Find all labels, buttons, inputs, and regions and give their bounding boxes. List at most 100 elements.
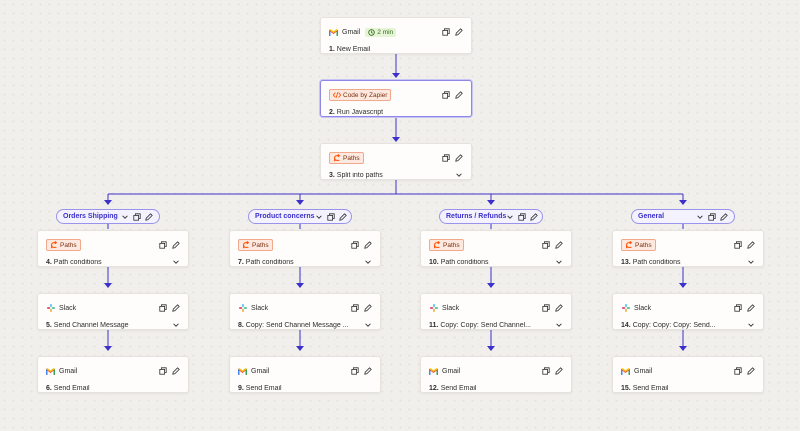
step-card-12[interactable]: Gmail 12. Send Email <box>420 356 572 393</box>
edit-icon[interactable] <box>172 241 180 249</box>
path-name: Product concerns <box>255 213 315 220</box>
copy-icon[interactable] <box>159 304 167 312</box>
copy-icon[interactable] <box>542 241 550 249</box>
edit-icon[interactable] <box>747 367 755 375</box>
copy-icon[interactable] <box>351 304 359 312</box>
chevron-down-icon[interactable] <box>364 258 372 266</box>
step-title: 5. Send Channel Message <box>46 322 168 329</box>
copy-icon[interactable] <box>734 367 742 375</box>
step-name: Run Javascript <box>336 108 384 116</box>
copy-icon[interactable] <box>442 91 450 99</box>
edit-icon[interactable] <box>720 213 728 221</box>
copy-icon[interactable] <box>708 213 716 221</box>
copy-icon[interactable] <box>542 304 550 312</box>
chevron-down-icon[interactable] <box>455 171 463 179</box>
app-name: Gmail <box>634 367 653 375</box>
step-card-15[interactable]: Gmail 15. Send Email <box>612 356 764 393</box>
copy-icon[interactable] <box>133 213 141 221</box>
app-label: Gmail <box>238 367 269 376</box>
edit-icon[interactable] <box>747 241 755 249</box>
chevron-down-icon[interactable] <box>747 258 755 266</box>
path-branch-2[interactable]: Product concerns <box>248 209 352 224</box>
edit-icon[interactable] <box>364 367 372 375</box>
gmail-icon <box>329 28 338 37</box>
step-title: 11. Copy: Copy: Send Channel... <box>429 322 551 329</box>
step-card-1[interactable]: Gmail 2 min 1. New Email <box>320 17 472 54</box>
edit-icon[interactable] <box>145 213 153 221</box>
edit-icon[interactable] <box>530 213 538 221</box>
edit-icon[interactable] <box>364 304 372 312</box>
step-card-7[interactable]: Paths 7. Path conditions <box>229 230 381 267</box>
edit-icon[interactable] <box>555 304 563 312</box>
chevron-down-icon[interactable] <box>364 321 372 329</box>
step-number: 1. <box>329 45 335 53</box>
edit-icon[interactable] <box>455 28 463 36</box>
step-card-13[interactable]: Paths 13. Path conditions <box>612 230 764 267</box>
edit-icon[interactable] <box>172 367 180 375</box>
step-number: 15. <box>621 384 631 392</box>
edit-icon[interactable] <box>364 241 372 249</box>
step-name: Path conditions <box>632 258 681 266</box>
step-title: 13. Path conditions <box>621 259 743 266</box>
app-label: Gmail <box>429 367 460 376</box>
step-name: Copy: Copy: Copy: Send... <box>632 321 716 329</box>
step-title: 2. Run Javascript <box>329 109 463 116</box>
chevron-down-icon[interactable] <box>506 213 514 221</box>
chevron-down-icon[interactable] <box>747 321 755 329</box>
path-branch-4[interactable]: General <box>631 209 735 224</box>
edit-icon[interactable] <box>455 91 463 99</box>
copy-icon[interactable] <box>159 367 167 375</box>
copy-icon[interactable] <box>542 367 550 375</box>
step-name: New Email <box>336 45 371 53</box>
step-card-5[interactable]: Slack 5. Send Channel Message <box>37 293 189 330</box>
step-title: 3. Split into paths <box>329 172 451 179</box>
step-name: Path conditions <box>440 258 489 266</box>
copy-icon[interactable] <box>351 241 359 249</box>
path-branch-1[interactable]: Orders Shipping <box>56 209 160 224</box>
chevron-down-icon[interactable] <box>121 213 129 221</box>
copy-icon[interactable] <box>442 154 450 162</box>
step-card-14[interactable]: Slack 14. Copy: Copy: Copy: Send... <box>612 293 764 330</box>
chevron-down-icon[interactable] <box>696 213 704 221</box>
step-card-11[interactable]: Slack 11. Copy: Copy: Send Channel... <box>420 293 572 330</box>
paths-icon <box>433 241 441 249</box>
path-branch-3[interactable]: Returns / Refunds <box>439 209 543 224</box>
edit-icon[interactable] <box>555 367 563 375</box>
edit-icon[interactable] <box>455 154 463 162</box>
chevron-down-icon[interactable] <box>555 321 563 329</box>
step-number: 7. <box>238 258 244 266</box>
edit-icon[interactable] <box>555 241 563 249</box>
app-chip: Paths <box>429 239 464 251</box>
copy-icon[interactable] <box>734 241 742 249</box>
edit-icon[interactable] <box>339 213 347 221</box>
step-card-2[interactable]: Code by Zapier 2. Run Javascript <box>320 80 472 117</box>
app-name: Paths <box>343 154 360 162</box>
slack-icon <box>621 304 630 313</box>
step-card-9[interactable]: Gmail 9. Send Email <box>229 356 381 393</box>
app-name: Slack <box>634 304 652 312</box>
chevron-down-icon[interactable] <box>172 258 180 266</box>
edit-icon[interactable] <box>172 304 180 312</box>
copy-icon[interactable] <box>327 213 335 221</box>
app-label: Slack <box>46 304 76 313</box>
step-card-4[interactable]: Paths 4. Path conditions <box>37 230 189 267</box>
app-name: Gmail <box>342 28 361 36</box>
paths-icon <box>333 154 341 162</box>
step-card-10[interactable]: Paths 10. Path conditions <box>420 230 572 267</box>
clock-icon <box>368 29 375 36</box>
copy-icon[interactable] <box>351 367 359 375</box>
app-name: Slack <box>251 304 269 312</box>
step-title: 8. Copy: Send Channel Message ... <box>238 322 360 329</box>
copy-icon[interactable] <box>442 28 450 36</box>
step-card-3[interactable]: Paths 3. Split into paths <box>320 143 472 180</box>
copy-icon[interactable] <box>518 213 526 221</box>
chevron-down-icon[interactable] <box>315 213 323 221</box>
copy-icon[interactable] <box>159 241 167 249</box>
app-name: Gmail <box>59 367 78 375</box>
edit-icon[interactable] <box>747 304 755 312</box>
step-card-8[interactable]: Slack 8. Copy: Send Channel Message ... <box>229 293 381 330</box>
step-card-6[interactable]: Gmail 6. Send Email <box>37 356 189 393</box>
copy-icon[interactable] <box>734 304 742 312</box>
chevron-down-icon[interactable] <box>555 258 563 266</box>
chevron-down-icon[interactable] <box>172 321 180 329</box>
